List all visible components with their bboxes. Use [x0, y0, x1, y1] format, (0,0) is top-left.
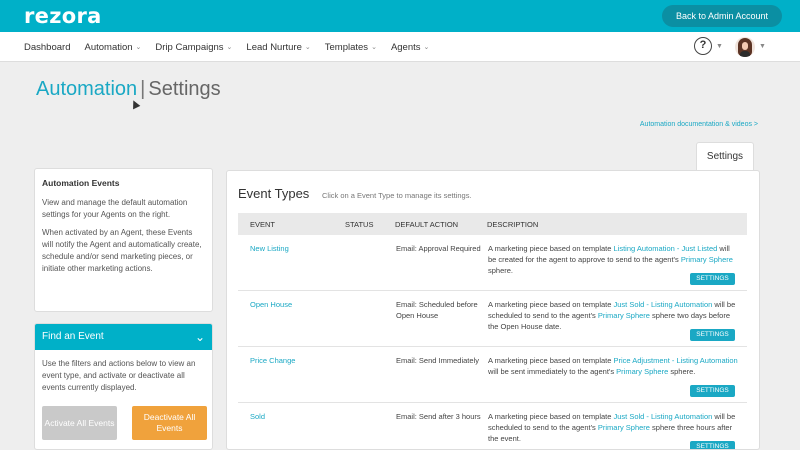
- find-event-title: Find an Event: [42, 331, 104, 342]
- page-title-main: Automation: [36, 78, 138, 100]
- settings-button[interactable]: SETTINGS: [690, 273, 735, 285]
- description-link[interactable]: Listing Automation - Just Listed: [614, 244, 718, 253]
- nav-item-label: Automation: [84, 41, 133, 53]
- event-description: A marketing piece based on template Pric…: [488, 355, 738, 377]
- nav-item-label: Dashboard: [24, 41, 71, 53]
- event-description: A marketing piece based on template Just…: [488, 411, 738, 444]
- nav-item-lead-nurture[interactable]: Lead Nurture ⌄: [246, 42, 310, 53]
- table-row[interactable]: New Listing Email: Approval Required A mar…: [238, 235, 747, 291]
- default-action: Email: Send after 3 hours: [396, 412, 481, 421]
- nav-item-automation[interactable]: Automation ⌄: [84, 42, 141, 53]
- settings-button[interactable]: SETTINGS: [690, 329, 735, 341]
- description-link[interactable]: Primary Sphere: [681, 255, 733, 264]
- page-title-separator: |: [140, 78, 146, 100]
- column-header: DESCRIPTION: [487, 219, 539, 229]
- chevron-down-icon: ⌄: [135, 44, 142, 51]
- event-table: EVENT STATUS DEFAULT ACTION DESCRIPTION …: [238, 213, 747, 449]
- column-header: DEFAULT ACTION: [395, 219, 459, 229]
- event-description: A marketing piece based on template Just…: [488, 299, 738, 332]
- event-description: A marketing piece based on template List…: [488, 243, 738, 276]
- table-row[interactable]: Sold Email: Send after 3 hours A marketing…: [238, 403, 747, 449]
- automation-events-card: Automation Events View and manage the de…: [34, 168, 213, 312]
- help-icon[interactable]: ?: [694, 37, 712, 55]
- table-body: New Listing Email: Approval Required A mar…: [238, 235, 747, 449]
- event-types-card: Event Types Click on a Event Type to man…: [226, 170, 760, 450]
- description-text: sphere.: [668, 367, 696, 376]
- nav-item-templates[interactable]: Templates ⌄: [325, 42, 377, 53]
- activate-all-button[interactable]: Activate All Events: [42, 406, 117, 440]
- event-name-link[interactable]: Open House: [250, 299, 292, 310]
- nav-item-label: Agents: [390, 41, 421, 53]
- description-text: A marketing piece based on template: [488, 244, 614, 253]
- description-link[interactable]: Price Adjustment - Listing Automation: [614, 356, 738, 365]
- page-title-sub: Settings: [148, 78, 221, 100]
- description-link[interactable]: Just Sold - Listing Automation: [614, 300, 713, 309]
- event-name-link[interactable]: New Listing: [250, 243, 289, 254]
- column-header: STATUS: [345, 219, 374, 229]
- find-event-card: Find an Event ⌄ Use the filters and acti…: [34, 323, 213, 450]
- description-text: A marketing piece based on template: [488, 412, 614, 421]
- chevron-down-icon[interactable]: ▼: [716, 43, 723, 50]
- find-event-text: Use the filters and actions below to vie…: [42, 359, 196, 392]
- event-name-link[interactable]: Price Change: [250, 355, 295, 366]
- default-action: Email: Scheduled before Open House: [396, 300, 478, 320]
- top-bar: rezora Back to Admin Account: [0, 0, 800, 32]
- default-action: Email: Send Immediately: [396, 356, 479, 365]
- table-row[interactable]: Open House Email: Scheduled before Open H…: [238, 291, 747, 347]
- chevron-down-icon: ⌄: [423, 44, 430, 51]
- avatar-face: [742, 42, 748, 50]
- page-title: Automation | Settings: [36, 78, 221, 101]
- description-link[interactable]: Primary Sphere: [598, 311, 650, 320]
- description-link[interactable]: Primary Sphere: [616, 367, 668, 376]
- settings-button[interactable]: SETTINGS: [690, 441, 735, 449]
- column-header: EVENT: [250, 219, 276, 229]
- nav-bar: Dashboard Automation ⌄ Drip Campaigns ⌄ Lead …: [0, 32, 800, 62]
- tab-settings[interactable]: Settings: [696, 142, 754, 170]
- event-types-title: Event Types: [238, 186, 310, 201]
- table-row[interactable]: Price Change Email: Send Immediately A mar…: [238, 347, 747, 403]
- chevron-down-icon: ⌄: [226, 44, 233, 51]
- description-link[interactable]: Just Sold - Listing Automation: [614, 412, 713, 421]
- settings-button[interactable]: SETTINGS: [690, 385, 735, 397]
- description-text: will be sent immediately to the agent's: [488, 367, 617, 376]
- nav-item-agents[interactable]: Agents ⌄: [391, 42, 429, 53]
- default-action: Email: Approval Required: [396, 244, 481, 253]
- chevron-down-icon[interactable]: ▼: [759, 43, 766, 50]
- back-to-admin-button[interactable]: Back to Admin Account: [661, 5, 782, 27]
- chevron-down-icon: ⌄: [304, 44, 311, 51]
- avatar[interactable]: [735, 37, 755, 57]
- chevron-down-icon: ⌄: [371, 44, 377, 51]
- event-types-hint: Click on a Event Type to manage its sett…: [322, 191, 472, 200]
- description-link[interactable]: Primary Sphere: [598, 423, 650, 432]
- description-text: A marketing piece based on template: [488, 356, 614, 365]
- deactivate-all-button[interactable]: Deactivate All Events: [132, 406, 207, 440]
- nav-item-label: Lead Nurture: [246, 41, 302, 53]
- documentation-link[interactable]: Automation documentation & videos >: [640, 121, 758, 128]
- card-text: When activated by an Agent, these Events…: [42, 228, 202, 273]
- chevron-down-icon[interactable]: ⌄: [195, 324, 205, 350]
- card-text: View and manage the default automation s…: [42, 198, 188, 219]
- description-text: sphere.: [488, 266, 514, 275]
- nav-item-dashboard[interactable]: Dashboard: [24, 42, 70, 53]
- nav-item-label: Drip Campaigns: [155, 41, 224, 53]
- table-header: EVENT STATUS DEFAULT ACTION DESCRIPTION: [238, 213, 747, 235]
- logo[interactable]: rezora: [24, 4, 102, 28]
- nav-item-label: Templates: [324, 41, 369, 53]
- description-text: A marketing piece based on template: [488, 300, 614, 309]
- avatar-body: [740, 51, 750, 57]
- find-event-header[interactable]: Find an Event ⌄: [35, 324, 212, 350]
- event-name-link[interactable]: Sold: [250, 411, 265, 422]
- nav-menu: Dashboard Automation ⌄ Drip Campaigns ⌄ Lead …: [24, 32, 443, 62]
- nav-item-drip-campaigns[interactable]: Drip Campaigns ⌄: [155, 42, 232, 53]
- card-title: Automation Events: [42, 178, 120, 188]
